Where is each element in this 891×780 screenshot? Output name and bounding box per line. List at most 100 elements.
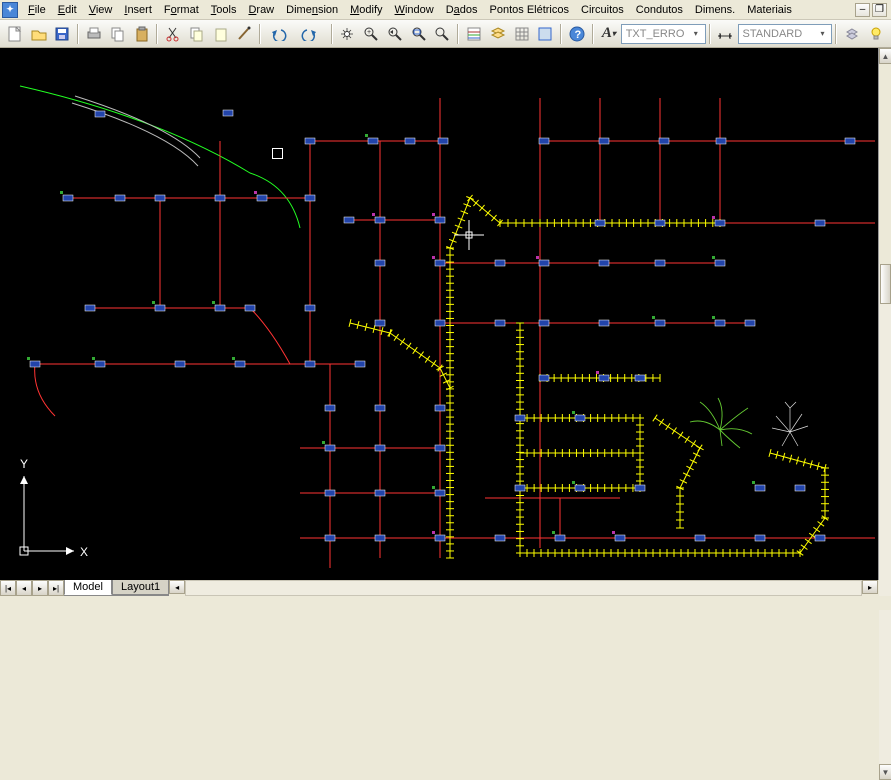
electrical-node xyxy=(515,415,525,421)
hatch-icon[interactable] xyxy=(535,23,557,45)
scroll-down-button[interactable]: ▼ xyxy=(879,764,891,780)
scroll-right-button[interactable]: ▸ xyxy=(862,580,878,594)
electrical-node xyxy=(375,260,385,266)
electrical-node xyxy=(257,195,267,201)
electrical-node xyxy=(325,405,335,411)
layer-bulb-icon[interactable] xyxy=(865,23,887,45)
brush-icon[interactable] xyxy=(234,23,256,45)
open-icon[interactable] xyxy=(28,23,50,45)
hscroll-track[interactable] xyxy=(185,580,862,596)
electrical-node xyxy=(375,217,385,223)
electrical-node xyxy=(655,220,665,226)
tab-last-button[interactable]: ▸| xyxy=(48,580,64,596)
print-icon[interactable] xyxy=(83,23,105,45)
electrical-node xyxy=(175,361,185,367)
tab-next-button[interactable]: ▸ xyxy=(32,580,48,596)
main-toolbar: + ? A▾ TXT_ERRO▾ STANDARD▾ xyxy=(0,20,891,48)
tab-prev-button[interactable]: ◂ xyxy=(16,580,32,596)
clipboard-icon[interactable] xyxy=(186,23,208,45)
restore-button[interactable]: ❐ xyxy=(872,3,887,17)
zoom-ext-icon[interactable] xyxy=(432,23,454,45)
dim-style-icon[interactable] xyxy=(715,23,737,45)
electrical-node xyxy=(815,220,825,226)
electrical-node xyxy=(368,138,378,144)
menu-dimens.[interactable]: Dimens. xyxy=(689,2,741,18)
copy-icon[interactable] xyxy=(107,23,129,45)
minimize-button[interactable]: – xyxy=(855,3,870,17)
electrical-node xyxy=(375,535,385,541)
menu-view[interactable]: View xyxy=(83,2,119,18)
menu-file[interactable]: File xyxy=(22,2,52,18)
electrical-node xyxy=(495,320,505,326)
electrical-node xyxy=(845,138,855,144)
electrical-node xyxy=(325,490,335,496)
electrical-node xyxy=(555,535,565,541)
menu-dimension[interactable]: Dimension xyxy=(280,2,344,18)
tab-layout1[interactable]: Layout1 xyxy=(112,580,169,595)
text-style-icon[interactable]: A▾ xyxy=(598,23,620,45)
electrical-node xyxy=(495,260,505,266)
paste-icon[interactable] xyxy=(131,23,153,45)
cad-drawing xyxy=(0,48,878,580)
electrical-node xyxy=(599,138,609,144)
horizontal-scrollbar[interactable]: ◂ ▸ xyxy=(169,580,878,596)
props-icon[interactable] xyxy=(463,23,485,45)
electrical-node xyxy=(375,445,385,451)
vscroll-thumb[interactable] xyxy=(880,264,891,304)
clipboard2-icon[interactable] xyxy=(210,23,232,45)
electrical-node xyxy=(435,535,445,541)
tab-model[interactable]: Model xyxy=(64,580,112,595)
electrical-node xyxy=(235,361,245,367)
svg-text:?: ? xyxy=(575,29,582,41)
menu-draw[interactable]: Draw xyxy=(242,2,280,18)
menu-window[interactable]: Window xyxy=(389,2,440,18)
drawing-canvas[interactable]: X Y xyxy=(0,48,878,580)
scroll-left-button[interactable]: ◂ xyxy=(169,580,185,594)
electrical-node xyxy=(305,195,315,201)
menu-materiais[interactable]: Materiais xyxy=(741,2,798,18)
electrical-node xyxy=(715,260,725,266)
scroll-up-button[interactable]: ▲ xyxy=(879,48,891,64)
new-file-icon[interactable] xyxy=(4,23,26,45)
electrical-node xyxy=(515,485,525,491)
electrical-node xyxy=(716,138,726,144)
pan-icon[interactable] xyxy=(337,23,359,45)
menu-circuitos[interactable]: Circuitos xyxy=(575,2,630,18)
electrical-node xyxy=(595,220,605,226)
zoom-window-icon[interactable] xyxy=(408,23,430,45)
grid-icon[interactable] xyxy=(511,23,533,45)
menu-dados[interactable]: Dados xyxy=(440,2,484,18)
vertical-scrollbar[interactable]: ▲ ▼ xyxy=(878,48,891,580)
zoom-prev-icon[interactable] xyxy=(384,23,406,45)
svg-text:+: + xyxy=(367,29,371,36)
menu-format[interactable]: Format xyxy=(158,2,205,18)
electrical-node xyxy=(599,320,609,326)
zoom-in-icon[interactable]: + xyxy=(360,23,382,45)
vscroll-track[interactable] xyxy=(879,264,891,764)
electrical-node xyxy=(344,217,354,223)
undo-icon[interactable] xyxy=(265,23,295,45)
menu-tools[interactable]: Tools xyxy=(205,2,243,18)
help-icon[interactable]: ? xyxy=(566,23,588,45)
status-strip xyxy=(0,596,891,610)
menu-edit[interactable]: Edit xyxy=(52,2,83,18)
layer-manager-icon[interactable] xyxy=(841,23,863,45)
electrical-node xyxy=(615,535,625,541)
menu-pontos elétricos[interactable]: Pontos Elétricos xyxy=(484,2,575,18)
dim-style-combo[interactable]: STANDARD▾ xyxy=(738,24,833,44)
layers-icon[interactable] xyxy=(487,23,509,45)
app-logo-icon: ✦ xyxy=(2,2,18,18)
electrical-node xyxy=(245,305,255,311)
tab-first-button[interactable]: |◂ xyxy=(0,580,16,596)
electrical-node xyxy=(95,361,105,367)
menu-modify[interactable]: Modify xyxy=(344,2,388,18)
menu-insert[interactable]: Insert xyxy=(118,2,158,18)
electrical-node xyxy=(95,111,105,117)
electrical-node xyxy=(155,305,165,311)
redo-icon[interactable] xyxy=(297,23,327,45)
cut-icon[interactable] xyxy=(162,23,184,45)
text-style-combo[interactable]: TXT_ERRO▾ xyxy=(621,24,706,44)
save-icon[interactable] xyxy=(51,23,73,45)
menu-condutos[interactable]: Condutos xyxy=(630,2,689,18)
electrical-node xyxy=(375,490,385,496)
